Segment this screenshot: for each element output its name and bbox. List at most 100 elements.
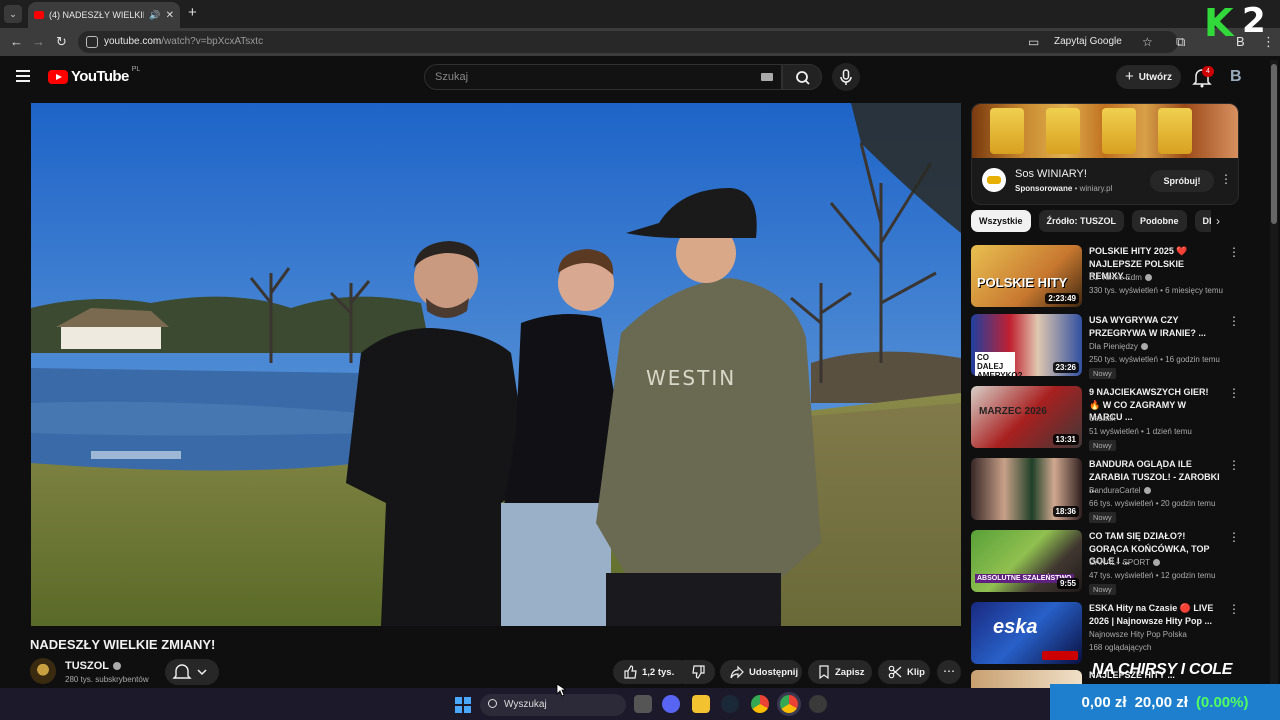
ad-meta: Sponsorowane • winiary.pl <box>1015 184 1113 193</box>
recommendation-item[interactable]: POLSKIE HITY 2:23:49 POLSKIE HITY 2025 ❤… <box>971 245 1241 311</box>
recommendation-item[interactable]: 18:36 BANDURA OGLĄDA ILE ZARABIA TUSZOL!… <box>971 458 1241 524</box>
ad-more-icon[interactable]: ⋮ <box>1220 172 1232 186</box>
url-text: youtube.com/watch?v=bpXcxATsxtc <box>104 36 263 47</box>
extensions-icon[interactable]: ⧉ <box>1176 34 1185 50</box>
browser-tab-active[interactable]: (4) NADESZŁY WIELKIE ZMIANY! 🔊 ✕ <box>28 2 180 28</box>
share-button[interactable]: Udostępnij <box>720 660 802 684</box>
page-scrollbar[interactable] <box>1270 60 1278 688</box>
video-thumbnail[interactable]: ABSOLUTNE SZALEŃSTWO 9:55 <box>971 530 1082 592</box>
keyboard-icon[interactable] <box>761 73 773 81</box>
voice-search-button[interactable] <box>832 63 860 91</box>
speaker-icon[interactable]: 🔊 <box>149 10 160 21</box>
bookmark-icon <box>819 665 829 679</box>
new-badge: Nowy <box>1089 512 1116 523</box>
chrome-icon[interactable] <box>751 695 769 713</box>
scrollbar-thumb[interactable] <box>1271 64 1277 224</box>
chevron-right-icon[interactable]: › <box>1216 214 1220 228</box>
tab-search-button[interactable]: ⌄ <box>4 5 22 23</box>
youtube-logo[interactable]: YouTube PL <box>48 66 140 85</box>
address-bar[interactable]: youtube.com/watch?v=bpXcxATsxtc ▭ Zapyta… <box>78 31 1178 53</box>
video-thumbnail[interactable]: 18:36 <box>971 458 1082 520</box>
menu-icon[interactable] <box>16 70 30 82</box>
account-avatar[interactable]: B <box>1230 68 1242 86</box>
close-tab-icon[interactable]: ✕ <box>166 10 174 21</box>
thumbnail-text: eska <box>993 616 1038 638</box>
video-thumbnail[interactable]: POLSKIE HITY 2:23:49 <box>971 245 1082 307</box>
obs-icon[interactable] <box>809 695 827 713</box>
site-info-icon[interactable] <box>86 36 98 48</box>
search-button[interactable] <box>782 64 822 90</box>
clip-button[interactable]: Klip <box>878 660 930 684</box>
chip-for-you[interactable]: Dla Ciebie <box>1194 210 1211 232</box>
video-player[interactable]: WESTIN <box>31 103 961 626</box>
windows-start-icon[interactable] <box>455 697 471 713</box>
chrome-profile-icon[interactable] <box>780 695 798 713</box>
channel-avatar[interactable] <box>30 658 56 684</box>
subscriber-count: 280 tys. subskrybentów <box>65 675 149 684</box>
url-host: youtube.com <box>104 36 162 47</box>
like-button[interactable]: 1,2 tys. <box>613 660 691 684</box>
recommendation-menu-icon[interactable]: ⋮ <box>1228 315 1240 327</box>
new-tab-button[interactable]: + <box>188 4 197 21</box>
youtube-header: YouTube PL Szukaj + Utwórz 4 B <box>0 56 1268 100</box>
steam-icon[interactable] <box>721 695 739 713</box>
share-icon <box>730 665 744 679</box>
taskbar-search-input[interactable]: Wyszukaj <box>480 694 626 716</box>
recommendation-menu-icon[interactable]: ⋮ <box>1228 603 1240 615</box>
hoodie-print: WESTIN <box>646 366 736 390</box>
chip-related[interactable]: Podobne <box>1132 210 1187 232</box>
recommendation-channel[interactable]: Uszaak <box>1089 414 1116 423</box>
recommendation-item[interactable]: CO DALEJ AMERYKO? 23:26 USA WYGRYWA CZY … <box>971 314 1241 380</box>
recommendation-title[interactable]: USA WYGRYWA CZY PRZEGRYWA W IRANIE? ... <box>1089 314 1221 339</box>
recommendation-channel-row: DJ Tunne Edm <box>1089 273 1152 282</box>
bookmark-star-icon[interactable]: ☆ <box>1142 35 1153 49</box>
search-placeholder: Szukaj <box>435 71 469 83</box>
sponsored-ad-card[interactable]: Sos WINIARY! Sponsorowane • winiary.pl S… <box>971 103 1239 205</box>
thumbnail-text: CO DALEJ AMERYKO? <box>975 352 1022 376</box>
cast-icon[interactable]: ▭ <box>1028 35 1039 49</box>
recommendation-channel-row: BanduraCartel <box>1089 486 1151 495</box>
ad-title[interactable]: Sos WINIARY! <box>1015 168 1087 180</box>
ask-google-button[interactable]: Zapytaj Google <box>1054 36 1122 47</box>
back-arrow-icon[interactable]: ← <box>10 34 23 50</box>
discord-icon[interactable] <box>662 695 680 713</box>
recommendation-item[interactable]: ABSOLUTNE SZALEŃSTWO 9:55 CO TAM SIĘ DZI… <box>971 530 1241 596</box>
recommendation-channel[interactable]: BanduraCartel <box>1089 486 1141 495</box>
create-button[interactable]: + Utwórz <box>1116 65 1181 89</box>
recommendation-channel[interactable]: CANAL+ SPORT <box>1089 558 1150 567</box>
recommendation-title[interactable]: ESKA Hity na Czasie 🔴 LIVE 2026 | Najnow… <box>1089 602 1221 627</box>
recommendation-channel-row: CANAL+ SPORT <box>1089 558 1160 567</box>
forward-arrow-icon[interactable]: → <box>32 34 45 50</box>
dislike-button[interactable] <box>683 660 715 684</box>
save-button[interactable]: Zapisz <box>808 660 872 684</box>
chip-from-channel[interactable]: Źródło: TUSZOL <box>1038 210 1125 232</box>
recommendation-menu-icon[interactable]: ⋮ <box>1228 459 1240 471</box>
search-input[interactable]: Szukaj <box>424 64 782 90</box>
channel-name[interactable]: TUSZOL <box>65 660 109 672</box>
live-indicator <box>1042 651 1078 660</box>
video-thumbnail[interactable]: CO DALEJ AMERYKO? 23:26 <box>971 314 1082 376</box>
ad-cta-button[interactable]: Spróbuj! <box>1150 170 1214 192</box>
file-explorer-icon[interactable] <box>692 695 710 713</box>
video-thumbnail[interactable]: MARZEC 2026 13:31 <box>971 386 1082 448</box>
recommendation-item[interactable]: eska ESKA Hity na Czasie 🔴 LIVE 2026 | N… <box>971 602 1241 668</box>
video-thumbnail[interactable]: eska <box>971 602 1082 664</box>
clip-label: Klip <box>907 666 925 678</box>
channel-name-row[interactable]: TUSZOL <box>65 660 121 672</box>
subscription-notifications-button[interactable] <box>165 659 219 685</box>
more-actions-icon[interactable]: ⋯ <box>937 660 961 684</box>
chip-all[interactable]: Wszystkie <box>971 210 1031 232</box>
recommendation-menu-icon[interactable]: ⋮ <box>1228 531 1240 543</box>
reload-icon[interactable]: ↻ <box>56 34 67 50</box>
winiary-logo <box>982 168 1006 192</box>
recommendation-menu-icon[interactable]: ⋮ <box>1228 387 1240 399</box>
recommendation-menu-icon[interactable]: ⋮ <box>1228 246 1240 258</box>
new-badge: Nowy <box>1089 440 1116 451</box>
video-title: NADESZŁY WIELKIE ZMIANY! <box>30 637 216 652</box>
task-view-icon[interactable] <box>634 695 652 713</box>
recommendation-channel[interactable]: Najnowsze Hity Pop Polska <box>1089 630 1187 639</box>
recommendation-item[interactable]: MARZEC 2026 13:31 9 NAJCIEKAWSZYCH GIER!… <box>971 386 1241 452</box>
donation-goal-widget: 0,00 zł 20,00 zł (0.00%) <box>1050 684 1280 720</box>
recommendation-channel[interactable]: Dla Pieniędzy <box>1089 342 1138 351</box>
recommendation-channel[interactable]: DJ Tunne Edm <box>1089 273 1142 282</box>
